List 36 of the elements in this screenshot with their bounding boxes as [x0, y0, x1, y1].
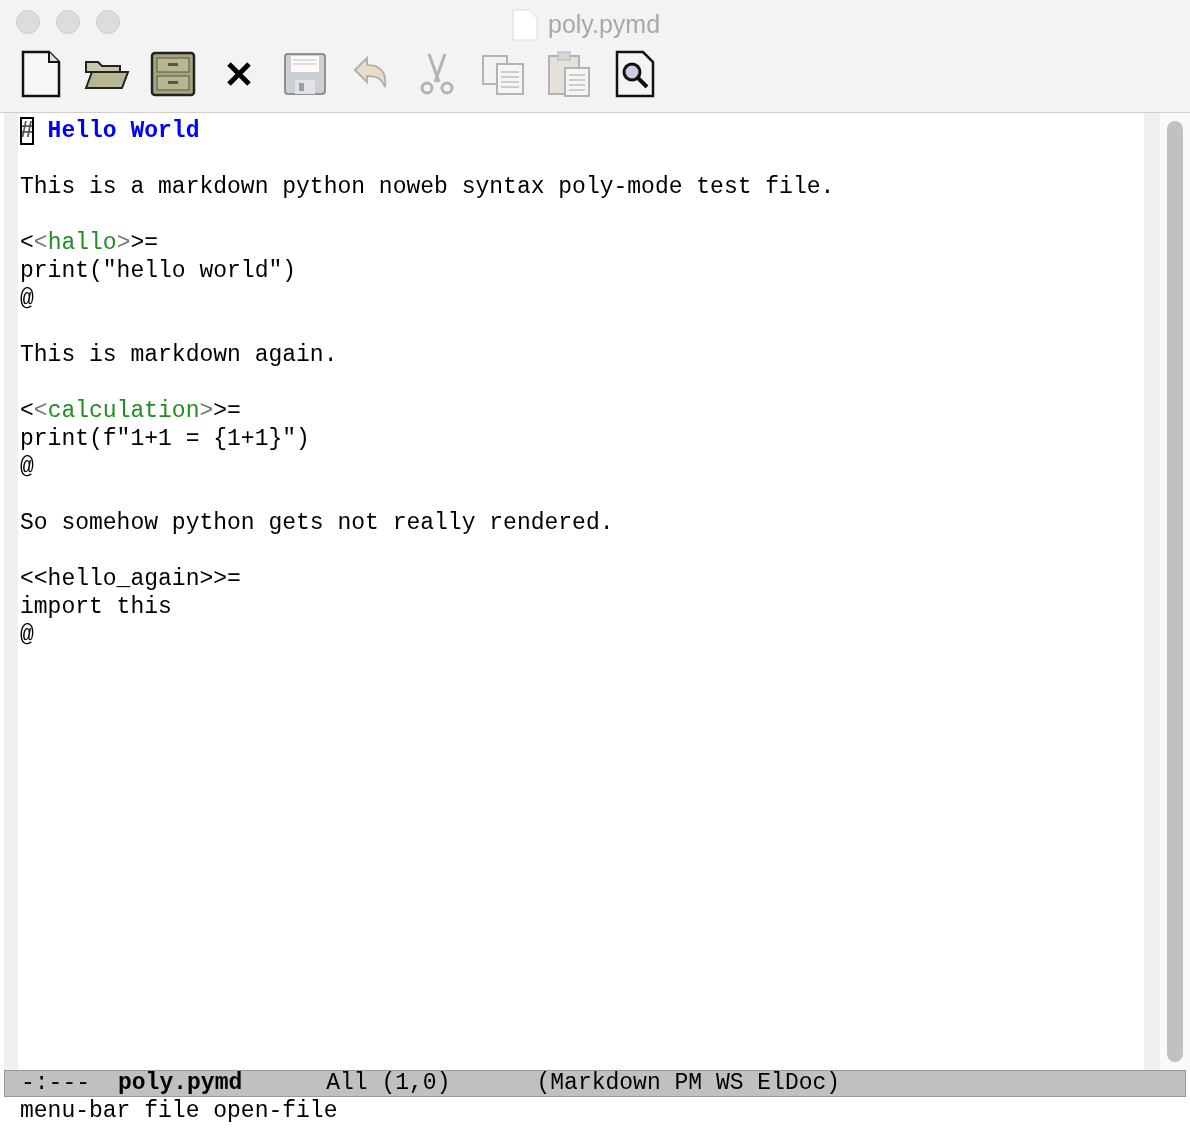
code-text: >=: [213, 397, 241, 425]
cursor-position: All (1,0): [326, 1069, 451, 1099]
window-control-button[interactable]: [16, 10, 40, 34]
chunk-bracket: <: [33, 397, 48, 425]
major-minor-modes: (Markdown PM WS ElDoc): [536, 1069, 841, 1099]
window-control-button[interactable]: [96, 10, 120, 34]
chunk-name: hallo: [47, 229, 117, 257]
code-text: import this: [20, 593, 172, 621]
document-icon: [512, 8, 538, 41]
code-text: <: [20, 397, 34, 425]
chunk-bracket: >: [199, 397, 214, 425]
code-text: So somehow python gets not really rendered.: [20, 509, 614, 537]
scrollbar-thumb[interactable]: [1167, 121, 1183, 1062]
heading-text: Hello World: [47, 117, 200, 145]
modified-status: -:---: [21, 1069, 90, 1099]
file-cabinet-icon: [149, 50, 197, 98]
code-text: print("hello world"): [20, 257, 297, 285]
window-control-button[interactable]: [56, 10, 80, 34]
code-text: <<hello_again>>=: [20, 565, 241, 593]
code-text: @: [20, 453, 34, 481]
toolbar-button[interactable]: [149, 50, 197, 98]
code-text: This is a markdown python noweb syntax poly-mode test file.: [20, 173, 835, 201]
buffer-name: poly.pymd: [118, 1069, 243, 1099]
code-text: <: [20, 229, 34, 257]
chunk-bracket: <: [33, 229, 48, 257]
code-text: >=: [130, 229, 159, 257]
window-title: poly.pymd: [548, 9, 661, 40]
scrollbar[interactable]: [1160, 113, 1190, 1070]
echo-area-message: menu-bar file open-file: [20, 1097, 338, 1125]
code-text: print(f"1+1 = {1+1}"): [20, 425, 310, 453]
code-text: @: [20, 285, 34, 313]
chunk-bracket: >: [116, 229, 131, 257]
code-text: This is markdown again.: [20, 341, 338, 369]
chunk-name: calculation: [47, 397, 200, 425]
clipboard-icon: [545, 50, 593, 98]
code-text: @: [20, 621, 34, 649]
